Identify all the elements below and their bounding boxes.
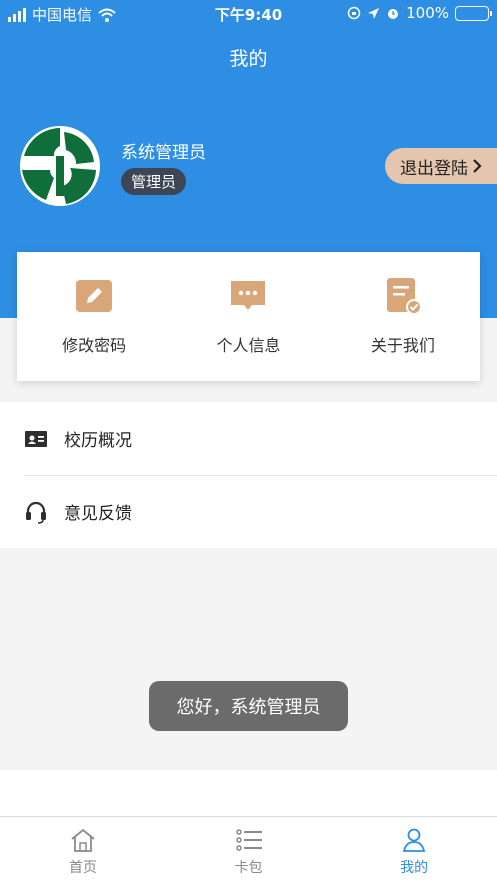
home-icon <box>71 828 95 852</box>
tab-home[interactable]: 首页 <box>0 817 166 883</box>
location-icon <box>368 7 380 19</box>
user-icon <box>403 828 426 852</box>
chevron-right-icon <box>473 159 482 173</box>
id-card-icon <box>25 430 47 447</box>
tab-bar: 首页 卡包 我的 <box>0 816 497 883</box>
menu-item-label: 校历概况 <box>64 431 132 451</box>
quick-action-change-password[interactable]: 修改密码 <box>17 252 171 381</box>
tab-card-wallet[interactable]: 卡包 <box>166 817 332 883</box>
edit-icon <box>76 280 113 312</box>
quick-action-label: 修改密码 <box>62 336 127 355</box>
school-logo-icon <box>20 126 100 206</box>
chat-icon <box>231 281 266 310</box>
role-badge: 管理员 <box>121 168 187 195</box>
tab-label: 我的 <box>400 860 429 876</box>
tab-label: 卡包 <box>234 860 263 876</box>
page-title: 我的 <box>229 48 268 70</box>
menu-list: 校历概况 意见反馈 <box>0 402 497 548</box>
battery-percent: 100% <box>406 4 449 22</box>
menu-item-feedback[interactable]: 意见反馈 <box>0 475 497 548</box>
tab-label: 首页 <box>68 860 97 876</box>
logout-button[interactable]: 退出登陆 <box>385 148 497 184</box>
menu-item-label: 意见反馈 <box>64 504 132 524</box>
quick-action-about-us[interactable]: 关于我们 <box>326 252 480 381</box>
quick-action-label: 关于我们 <box>370 336 435 355</box>
status-bar: 中国电信 下午9:40 100% <box>0 0 497 28</box>
tab-mine[interactable]: 我的 <box>331 817 497 883</box>
quick-action-label: 个人信息 <box>216 336 281 355</box>
avatar[interactable] <box>20 126 100 206</box>
quick-actions-card: 修改密码 个人信息 关于我们 <box>17 252 480 381</box>
welcome-toast: 您好，系统管理员 <box>149 681 348 731</box>
content-bottom-area <box>0 770 497 816</box>
logout-label: 退出登陆 <box>400 158 468 179</box>
alarm-icon <box>388 9 399 19</box>
list-icon <box>235 829 262 851</box>
menu-item-school-calendar[interactable]: 校历概况 <box>0 402 497 475</box>
lock-rotation-icon <box>347 6 361 20</box>
headset-icon <box>26 501 46 524</box>
battery-icon <box>455 5 492 21</box>
user-name: 系统管理员 <box>121 143 206 163</box>
quick-action-personal-info[interactable]: 个人信息 <box>171 252 325 381</box>
document-check-icon <box>386 278 422 315</box>
